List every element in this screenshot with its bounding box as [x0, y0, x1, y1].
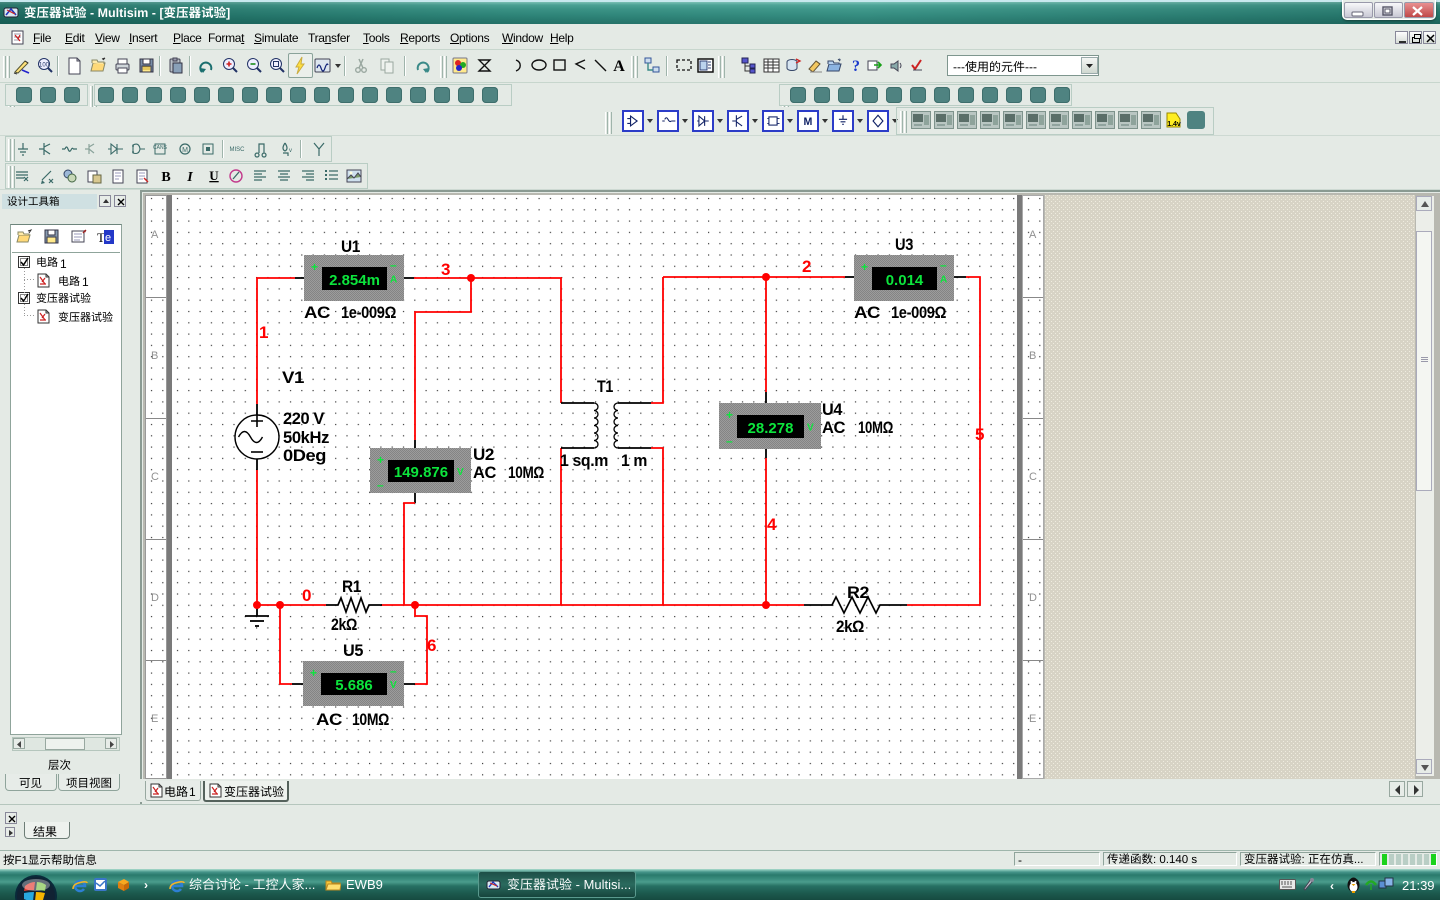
svg-text:I: I: [186, 170, 193, 185]
svg-text:T: T: [97, 230, 105, 245]
svg-text:A: A: [940, 275, 947, 286]
svg-text:1e-009Ω: 1e-009Ω: [891, 303, 946, 322]
svg-text:0Deg: 0Deg: [283, 446, 326, 465]
svg-text:3: 3: [441, 260, 450, 279]
svg-text:R1: R1: [342, 577, 361, 596]
svg-text:R2: R2: [847, 583, 869, 602]
svg-text:–: –: [940, 258, 947, 272]
svg-text:100: 100: [39, 63, 50, 69]
svg-text:AC: AC: [304, 303, 330, 322]
svg-text:A: A: [613, 58, 625, 75]
svg-text:10MΩ: 10MΩ: [858, 418, 893, 437]
svg-text:5: 5: [975, 425, 984, 444]
svg-text:28.278: 28.278: [748, 420, 794, 437]
svg-text:e: e: [105, 232, 111, 244]
svg-text:2kΩ: 2kΩ: [331, 615, 357, 634]
svg-text:V: V: [457, 467, 464, 478]
svg-text:1.4v: 1.4v: [1167, 121, 1181, 128]
svg-text:+: +: [726, 408, 733, 422]
svg-text:+: +: [310, 666, 317, 680]
svg-text:10MΩ: 10MΩ: [352, 710, 389, 729]
svg-text:A: A: [390, 275, 397, 286]
svg-text:U4: U4: [822, 400, 843, 419]
svg-text:1 m: 1 m: [621, 451, 647, 470]
svg-text:1 sq.m: 1 sq.m: [560, 451, 608, 470]
svg-text:1e-009Ω: 1e-009Ω: [341, 303, 396, 322]
svg-text:–: –: [390, 664, 397, 678]
svg-text:6: 6: [427, 636, 436, 655]
svg-text:50kHz: 50kHz: [283, 428, 329, 447]
svg-text:U5: U5: [343, 641, 363, 660]
svg-text:U1: U1: [341, 237, 360, 256]
svg-text:+: +: [377, 453, 384, 467]
svg-text:V1: V1: [282, 368, 304, 387]
svg-text:2.854m: 2.854m: [329, 272, 380, 289]
svg-text:2kΩ: 2kΩ: [836, 617, 864, 636]
svg-text:U: U: [209, 168, 219, 183]
svg-text:+: +: [861, 260, 868, 274]
svg-text:M: M: [182, 147, 188, 154]
svg-text:v: v: [289, 148, 292, 154]
svg-text:4: 4: [767, 515, 777, 534]
svg-text:–: –: [390, 258, 397, 272]
svg-text:V: V: [390, 680, 397, 691]
svg-text:1: 1: [259, 323, 268, 342]
svg-text:AC: AC: [473, 463, 496, 482]
svg-text:+: +: [311, 260, 318, 274]
svg-text:0: 0: [302, 586, 311, 605]
svg-text:2: 2: [802, 257, 811, 276]
svg-text:5.686: 5.686: [335, 677, 373, 694]
svg-text:149.876: 149.876: [394, 464, 448, 481]
svg-text:M: M: [804, 116, 813, 128]
svg-text:AC: AC: [854, 303, 880, 322]
svg-text:MISC: MISC: [230, 147, 246, 153]
svg-text:CANS: CANS: [153, 145, 168, 151]
svg-text:B: B: [161, 170, 170, 185]
svg-text:?: ?: [852, 58, 860, 75]
svg-text:AC: AC: [316, 710, 342, 729]
svg-text:U2: U2: [473, 445, 494, 464]
svg-text:T1: T1: [597, 377, 613, 396]
svg-text:AC: AC: [822, 418, 845, 437]
svg-text:10MΩ: 10MΩ: [508, 463, 544, 482]
svg-text:0.014: 0.014: [886, 272, 924, 289]
svg-text:U3: U3: [895, 235, 913, 254]
svg-text:V: V: [807, 423, 814, 434]
svg-text:220 V: 220 V: [283, 409, 325, 428]
svg-text:–: –: [726, 434, 733, 448]
svg-text:–: –: [377, 478, 384, 492]
